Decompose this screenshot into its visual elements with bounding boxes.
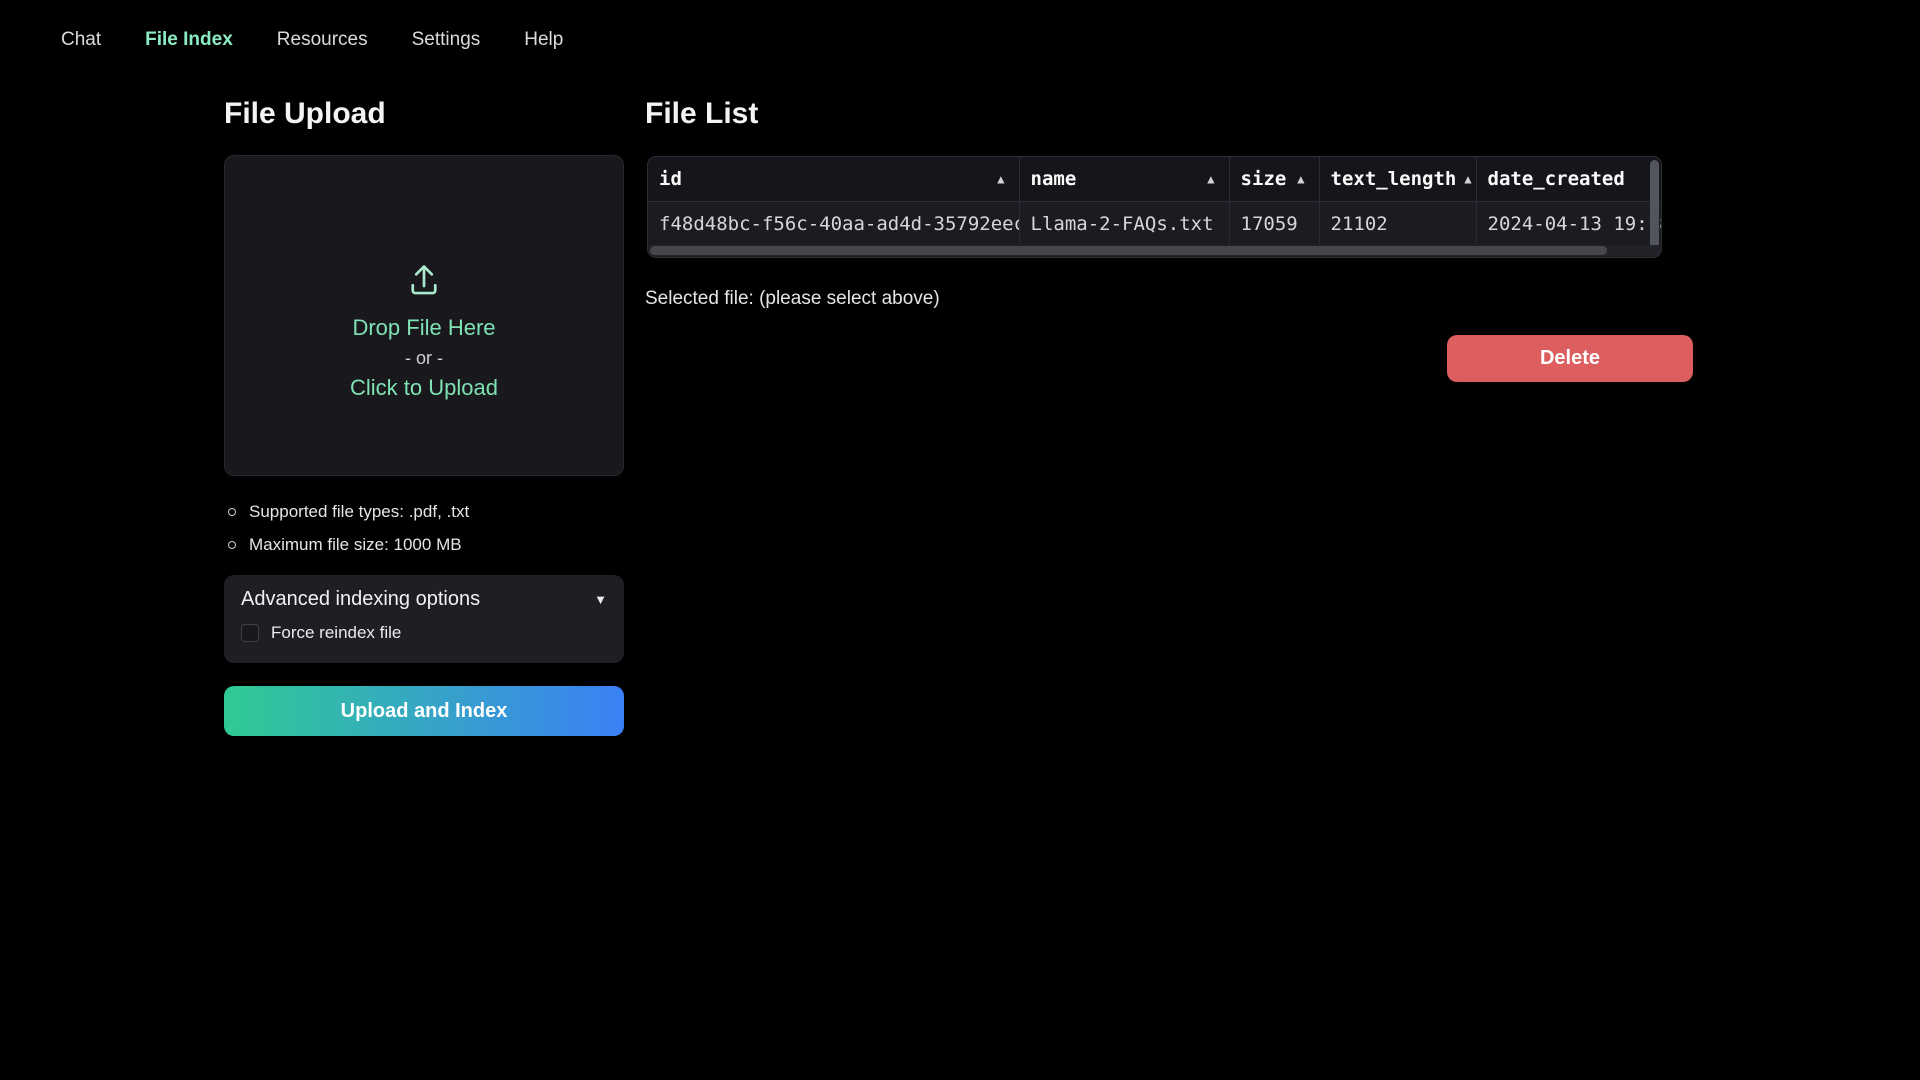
upload-notes: Supported file types: .pdf, .txt Maximum… xyxy=(228,495,469,561)
app-window: Chat File Index Resources Settings Help … xyxy=(0,0,1920,1080)
cell-name[interactable]: Llama-2-FAQs.txt xyxy=(1019,201,1229,246)
column-header-name[interactable]: name ▲ xyxy=(1019,157,1229,201)
tab-chat[interactable]: Chat xyxy=(61,24,101,56)
drop-file-here-text: Drop File Here xyxy=(352,313,495,343)
upload-and-index-button[interactable]: Upload and Index xyxy=(224,686,624,736)
cell-id[interactable]: f48d48bc-f56c-40aa-ad4d-35792eec2f5b xyxy=(648,201,1019,246)
cell-text-length[interactable]: 21102 xyxy=(1319,201,1476,246)
tab-help[interactable]: Help xyxy=(524,24,563,56)
upload-icon xyxy=(406,262,442,303)
tab-settings[interactable]: Settings xyxy=(412,24,481,56)
delete-button[interactable]: Delete xyxy=(1447,335,1693,382)
note-text: Maximum file size: 1000 MB xyxy=(249,535,462,555)
column-label: id xyxy=(659,168,682,190)
force-reindex-row: Force reindex file xyxy=(241,623,607,643)
horizontal-scrollbar-track xyxy=(649,245,1660,256)
file-table: id ▲ name ▲ size ▲ xyxy=(647,156,1662,258)
sort-asc-icon: ▲ xyxy=(1297,172,1304,186)
note-supported-types: Supported file types: .pdf, .txt xyxy=(228,495,469,528)
tab-resources[interactable]: Resources xyxy=(277,24,368,56)
vertical-scrollbar[interactable] xyxy=(1650,160,1659,248)
force-reindex-checkbox[interactable] xyxy=(241,624,259,642)
advanced-options-header[interactable]: Advanced indexing options ▼ xyxy=(241,588,607,611)
click-to-upload-link[interactable]: Click to Upload xyxy=(350,373,498,403)
file-dropzone[interactable]: Drop File Here - or - Click to Upload xyxy=(224,155,624,476)
column-header-date-created[interactable]: date_created xyxy=(1476,157,1661,201)
column-label: name xyxy=(1031,168,1077,190)
horizontal-scrollbar[interactable] xyxy=(650,246,1607,255)
selected-file-text: Selected file: (please select above) xyxy=(645,288,940,310)
advanced-options-panel: Advanced indexing options ▼ Force reinde… xyxy=(224,575,624,663)
sort-asc-icon: ▲ xyxy=(1207,172,1214,186)
top-nav: Chat File Index Resources Settings Help xyxy=(61,24,563,56)
file-list-title: File List xyxy=(645,97,758,131)
advanced-options-title: Advanced indexing options xyxy=(241,588,480,611)
table-row[interactable]: f48d48bc-f56c-40aa-ad4d-35792eec2f5b Lla… xyxy=(648,201,1661,246)
chevron-down-icon: ▼ xyxy=(594,592,607,607)
sort-asc-icon: ▲ xyxy=(997,172,1004,186)
or-text: - or - xyxy=(405,343,443,373)
force-reindex-label: Force reindex file xyxy=(271,623,401,643)
column-header-id[interactable]: id ▲ xyxy=(648,157,1019,201)
note-text: Supported file types: .pdf, .txt xyxy=(249,502,469,522)
file-upload-title: File Upload xyxy=(224,97,386,131)
column-label: date_created xyxy=(1488,168,1625,190)
note-max-size: Maximum file size: 1000 MB xyxy=(228,528,469,561)
bullet-icon xyxy=(228,508,236,516)
tab-file-index[interactable]: File Index xyxy=(145,24,233,56)
column-label: text_length xyxy=(1331,168,1457,190)
cell-size[interactable]: 17059 xyxy=(1229,201,1319,246)
column-label: size xyxy=(1241,168,1287,190)
table-header-row: id ▲ name ▲ size ▲ xyxy=(648,157,1661,201)
column-header-size[interactable]: size ▲ xyxy=(1229,157,1319,201)
cell-date-created[interactable]: 2024-04-13 19:18: xyxy=(1476,201,1661,246)
column-header-text-length[interactable]: text_length ▲ xyxy=(1319,157,1476,201)
bullet-icon xyxy=(228,541,236,549)
sort-asc-icon: ▲ xyxy=(1464,172,1471,186)
